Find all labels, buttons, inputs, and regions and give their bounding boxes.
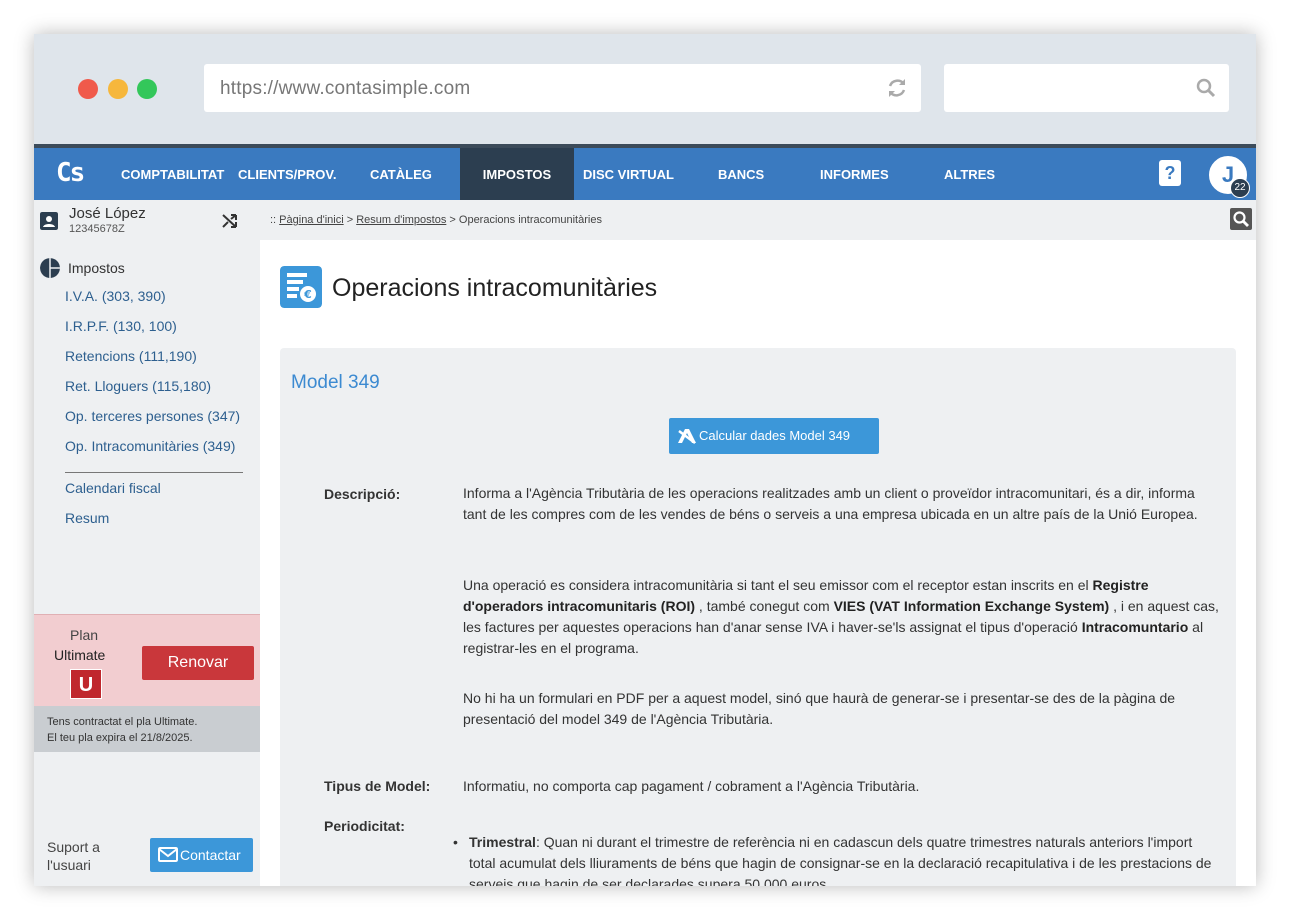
search-icon [1196,78,1216,98]
user-info: José López 12345678Z [34,200,260,240]
periodicity-label: Periodicitat: [324,818,405,834]
description-paragraph-1: Informa a l'Agència Tributària de les op… [463,485,1198,522]
desc-p2-intracom: Intracomuntario [1081,619,1189,635]
main-content: € Operacions intracomunitàries Model 349… [260,240,1256,886]
sidebar-item-calendari[interactable]: Calendari fiscal [65,480,161,496]
renew-button[interactable]: Renovar [142,646,254,680]
contact-button-label: Contactar [180,847,241,863]
description-label: Descripció: [324,486,401,502]
calculate-button-label: Calcular dades Model 349 [699,428,851,443]
nav-impostos[interactable]: IMPOSTOS [460,148,574,200]
nav-comptabilitat[interactable]: COMPTABILITAT [121,148,224,200]
breadcrumb-summary[interactable]: Resum d'impostos [356,214,446,226]
nav-clients-prov[interactable]: CLIENTS/PROV. [238,148,336,200]
periodicity-item-quarterly: Trimestral: Quan ni durant el trimestre … [453,832,1213,886]
close-window-button[interactable] [78,79,98,99]
nav-informes[interactable]: INFORMES [820,148,889,200]
page-search-icon[interactable] [1230,208,1252,230]
nav-bancs[interactable]: BANCS [718,148,764,200]
sidebar-item-resum[interactable]: Resum [65,510,109,526]
user-card-icon [40,212,58,230]
url-text: https://www.contasimple.com [220,78,471,99]
desc-p2-a: Una operació es considera intracomunitàr… [463,577,1093,593]
user-name: José López [69,205,146,222]
support-label: Suport a l'usuari [47,838,100,874]
sidebar-item-op-terceres[interactable]: Op. terceres persones (347) [65,408,240,424]
user-tax-id: 12345678Z [69,223,125,235]
description-paragraph-2: Una operació es considera intracomunitàr… [463,575,1219,659]
calculate-icon [678,429,696,444]
description-paragraph-3: No hi ha un formulari en PDF per a aques… [463,690,1176,727]
sidebar-item-op-intracomunitaries[interactable]: Op. Intracomunitàries (349) [65,438,235,454]
svg-text:€: € [303,288,312,301]
plan-info-line-2: El teu pla expira el 21/8/2025. [47,732,193,744]
maximize-window-button[interactable] [137,79,157,99]
contact-button[interactable]: Contactar [150,838,253,872]
periodicity-quarterly-title: Trimestral [469,834,536,850]
section-title: Impostos [68,260,125,276]
plan-info: Tens contractat el pla Ultimate. El teu … [34,706,260,752]
model-type-label: Tipus de Model: [324,778,431,794]
calculate-model-button[interactable]: Calcular dades Model 349 [669,418,879,454]
help-icon[interactable]: ? [1159,160,1181,186]
plan-info-line-1: Tens contractat el pla Ultimate. [47,716,198,728]
breadcrumb-bar: :: Pàgina d'inici > Resum d'impostos > O… [260,200,1256,240]
top-navigation: Cs COMPTABILITAT CLIENTS/PROV. CATÀLEG I… [34,148,1256,200]
support-line-1: Suport a [47,839,100,855]
notification-badge: 22 [1230,178,1250,198]
browser-search-box[interactable] [944,64,1229,112]
mail-icon [158,847,178,862]
breadcrumb-sep-1: > [343,214,357,226]
plan-label: Plan [70,627,99,643]
plan-box: Plan Ultimate U Renovar [34,614,260,706]
plan-badge: U [70,669,102,699]
model-type-text: Informatiu, no comporta cap pagament / c… [463,778,920,794]
sidebar-item-retencions[interactable]: Retencions (111,190) [65,348,197,364]
breadcrumb-prefix: :: [270,214,280,226]
model-card: Model 349 Calcular dades Model 349 Descr… [280,348,1236,886]
sidebar-item-iva[interactable]: I.V.A. (303, 390) [65,288,166,304]
sidebar-divider [65,472,243,473]
reload-icon[interactable] [885,76,909,100]
breadcrumb-sep-2: > [446,214,459,226]
page-title: Operacions intracomunitàries [332,274,658,302]
periodicity-quarterly-text: : Quan ni durant el trimestre de referèn… [469,834,1212,886]
pie-chart-icon [40,258,60,278]
sidebar-item-ret-lloguers[interactable]: Ret. Lloguers (115,180) [65,378,211,394]
support-line-2: l'usuari [47,857,91,873]
tax-document-icon: € [280,266,322,308]
sidebar: José López 12345678Z Impostos I.V.A. (30… [34,200,260,886]
minimize-window-button[interactable] [108,79,128,99]
breadcrumb-home[interactable]: Pàgina d'inici [279,214,343,226]
model-title: Model 349 [291,372,380,393]
desc-p2-c: , també conegut com [695,598,834,614]
browser-window: https://www.contasimple.com Cs COMPTABIL… [34,34,1256,886]
desc-p2-vies: VIES (VAT Information Exchange System) [833,598,1110,614]
app-logo[interactable]: Cs [56,158,85,188]
nav-cataleg[interactable]: CATÀLEG [370,148,432,200]
nav-disc-virtual[interactable]: DISC VIRTUAL [583,148,674,200]
plan-name: Ultimate [54,647,106,663]
nav-altres[interactable]: ALTRES [944,148,995,200]
breadcrumb-current: Operacions intracomunitàries [458,214,602,226]
address-bar[interactable]: https://www.contasimple.com [204,64,921,112]
breadcrumb: :: Pàgina d'inici > Resum d'impostos > O… [270,214,602,226]
sidebar-item-irpf[interactable]: I.R.P.F. (130, 100) [65,318,177,334]
switch-company-icon[interactable] [220,211,240,231]
browser-chrome: https://www.contasimple.com [34,34,1256,144]
